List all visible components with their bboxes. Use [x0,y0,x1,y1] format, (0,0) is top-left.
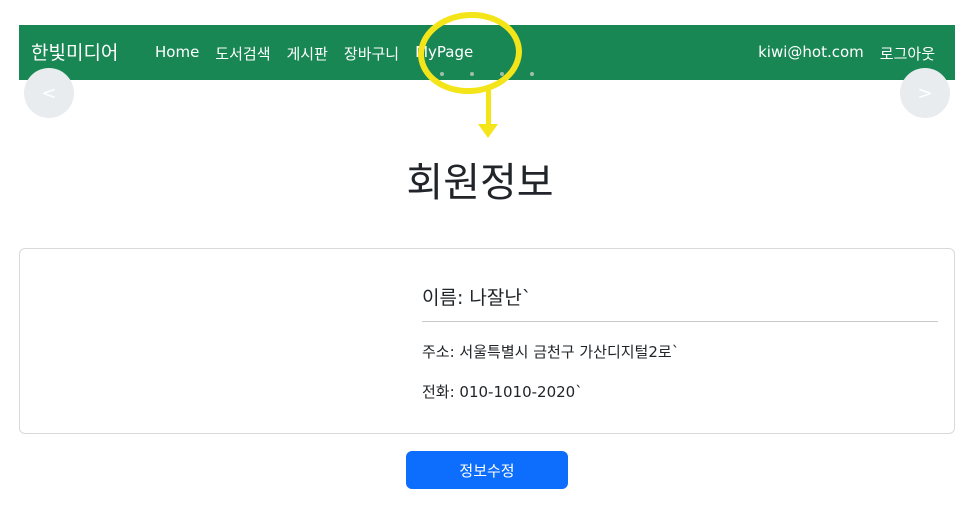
nav-link-book-search[interactable]: 도서검색 [215,43,270,64]
nav-link-home[interactable]: Home [155,43,199,64]
carousel-next-button[interactable]: > [900,68,950,118]
member-name: 이름: 나잘난` [422,287,532,309]
edit-info-button[interactable]: 정보수정 [406,451,568,489]
member-address: 주소: 서울특별시 금천구 가산디지털2로` [422,343,680,361]
carousel-prev-button[interactable]: < [24,68,74,118]
logout-link[interactable]: 로그아웃 [880,43,935,64]
member-info-card: 이름: 나잘난` 주소: 서울특별시 금천구 가산디지털2로` 전화: 010-… [19,248,955,434]
page-title: 회원정보 [406,160,554,206]
annotation-arrow-icon [478,124,498,138]
member-phone: 전화: 010-1010-2020` [422,383,583,401]
card-divider [422,321,938,322]
user-email[interactable]: kiwi@hot.com [758,43,864,64]
chevron-right-icon: > [917,82,933,104]
brand-logo[interactable]: 한빛미디어 [31,38,118,65]
nav-user-area: kiwi@hot.com 로그아웃 [758,43,935,64]
annotation-circle [415,8,525,98]
nav-link-board[interactable]: 게시판 [287,43,328,64]
carousel-indicator[interactable] [530,72,534,76]
nav-link-cart[interactable]: 장바구니 [344,43,399,64]
chevron-left-icon: < [41,82,57,104]
